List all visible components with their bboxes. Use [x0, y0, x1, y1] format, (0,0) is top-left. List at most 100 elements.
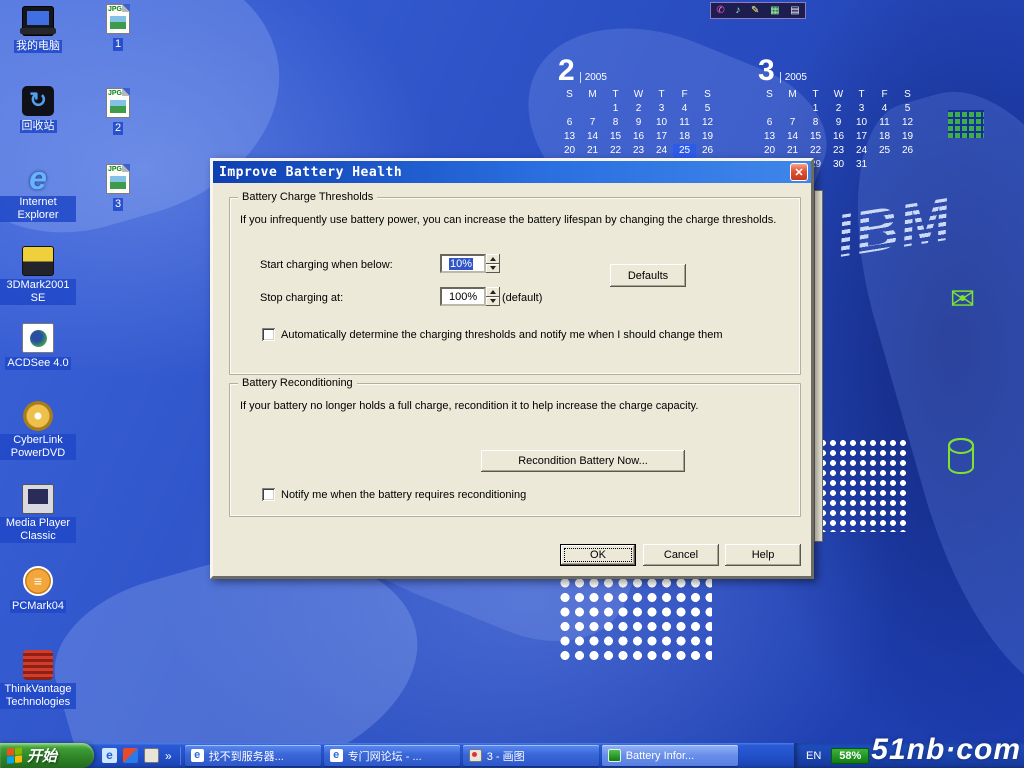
calendar-day-header: T [604, 88, 627, 102]
calendar-month-number: 3 [758, 56, 775, 86]
help-button[interactable]: Help [725, 544, 801, 566]
media-player-classic-icon [22, 484, 54, 514]
start-charging-label: Start charging when below: [260, 259, 393, 271]
spinner-down-button[interactable] [486, 264, 500, 274]
desktop-icon-jpg-2[interactable]: JPG 2 [80, 88, 156, 136]
stop-threshold-spinner[interactable]: 100% [440, 287, 500, 306]
desktop-icon-my-computer[interactable]: 我的电脑 [0, 6, 76, 54]
phone-icon[interactable] [716, 3, 724, 18]
spinner-up-button[interactable] [486, 254, 500, 264]
grid-icon[interactable] [770, 3, 779, 18]
calendar-march: 3 2005 SMTWTFS 1234567891011121314151617… [758, 54, 919, 172]
desktop-icon-powerdvd[interactable]: CyberLink PowerDVD [0, 401, 76, 461]
desktop-icon-media-player-classic[interactable]: Media Player Classic [0, 484, 76, 544]
calendar-february: 2 2005 SMTWTFS 1234567891011121314151617… [558, 54, 719, 158]
auto-determine-checkbox[interactable] [262, 328, 275, 341]
calendar-day: 3 [850, 102, 873, 116]
battery-indicator[interactable]: 58% [831, 748, 869, 764]
calendar-day: 23 [827, 144, 850, 158]
defaults-button[interactable]: Defaults [610, 264, 686, 287]
sheet-icon[interactable] [790, 3, 799, 18]
desktop-icon-jpg-1[interactable]: JPG 1 [80, 4, 156, 52]
group-title: Battery Reconditioning [238, 377, 357, 389]
ie-quick-launch-icon[interactable] [102, 748, 117, 763]
desktop-icon-thinkvantage[interactable]: ThinkVantage Technologies [0, 650, 76, 710]
desktop-icon-3dmark2001[interactable]: 3DMark2001 SE [0, 246, 76, 306]
start-threshold-spinner[interactable]: 10% [440, 254, 500, 273]
keypad-grid-icon [948, 110, 984, 138]
auto-determine-checkbox-row[interactable]: Automatically determine the charging thr… [262, 328, 722, 341]
dialog-titlebar[interactable]: Improve Battery Health ✕ [213, 161, 811, 183]
desktop-icon-jpg-3[interactable]: JPG 3 [80, 164, 156, 212]
close-button[interactable]: ✕ [790, 163, 808, 181]
task-button-server-not-found[interactable]: 找不到服务器... [185, 745, 321, 766]
flag-pane [7, 748, 14, 756]
icon-label: PCMark04 [10, 600, 66, 613]
calendar-day: 17 [850, 130, 873, 144]
desktop-icon-pcmark04[interactable]: PCMark04 [0, 566, 76, 614]
task-title: Battery Infor... [626, 750, 694, 762]
up-arrow-icon [490, 290, 496, 294]
task-button-forum[interactable]: 专门网论坛 - ... [324, 745, 460, 766]
recondition-battery-button[interactable]: Recondition Battery Now... [481, 450, 685, 472]
notify-reconditioning-checkbox-row[interactable]: Notify me when the battery requires reco… [262, 488, 526, 501]
spinner-up-button[interactable] [486, 287, 500, 297]
desktop-icon-acdsee[interactable]: ACDSee 4.0 [0, 323, 76, 371]
calendar-day [896, 158, 919, 172]
acdsee-icon [22, 323, 54, 353]
calendar-day: 17 [650, 130, 673, 144]
internet-explorer-icon [22, 163, 54, 193]
stop-threshold-field[interactable]: 100% [440, 287, 486, 306]
calendar-year: 2005 [580, 72, 607, 83]
spinner-down-button[interactable] [486, 297, 500, 307]
calendar-day-header: S [558, 88, 581, 102]
desktop-icon-recycle-bin[interactable]: 回收站 [0, 86, 76, 134]
flag-pane [15, 747, 22, 755]
calendar-day: 22 [804, 144, 827, 158]
ie-icon [330, 749, 343, 762]
notify-reconditioning-checkbox[interactable] [262, 488, 275, 501]
flag-pane [7, 756, 14, 764]
calendar-day: 4 [873, 102, 896, 116]
desktop-icon-internet-explorer[interactable]: Internet Explorer [0, 163, 76, 223]
powerdvd-icon [23, 401, 53, 431]
group-title: Battery Charge Thresholds [238, 191, 377, 203]
pen-icon[interactable] [751, 3, 759, 18]
media-quick-launch-icon[interactable] [123, 748, 138, 763]
task-buttons: 找不到服务器... 专门网论坛 - ... 3 - 画图 Battery Inf… [181, 745, 794, 766]
calendar-day: 20 [758, 144, 781, 158]
spinner-buttons [486, 254, 500, 273]
language-indicator[interactable]: EN [806, 750, 821, 762]
cylinder-icon [948, 438, 974, 474]
calendar-day: 11 [673, 116, 696, 130]
calendar-day: 10 [850, 116, 873, 130]
calendar-day-header: S [758, 88, 781, 102]
icon-label: 回收站 [20, 120, 57, 133]
jpg-file-icon: JPG [106, 164, 130, 194]
calendar-day: 4 [673, 102, 696, 116]
task-title: 专门网论坛 - ... [348, 748, 422, 764]
thinkvantage-icon [23, 650, 53, 680]
task-button-paint[interactable]: 3 - 画图 [463, 745, 599, 766]
calendar-day: 24 [650, 144, 673, 158]
cancel-button[interactable]: Cancel [643, 544, 719, 566]
calendar-days: 1234567891011121314151617181920212223242… [558, 102, 719, 158]
calendar-day: 19 [696, 130, 719, 144]
stop-threshold-value: 100% [449, 291, 477, 303]
show-desktop-icon[interactable] [144, 748, 159, 763]
calendar-day [758, 102, 781, 116]
calendar-day: 9 [627, 116, 650, 130]
calendar-day: 15 [604, 130, 627, 144]
ok-button[interactable]: OK [560, 544, 636, 566]
background-window-edge[interactable] [814, 190, 823, 542]
speaker-icon[interactable] [735, 3, 740, 18]
task-button-battery-information[interactable]: Battery Infor... [602, 745, 738, 766]
mini-toolbar [710, 2, 806, 19]
jpg-badge: JPG [108, 90, 122, 97]
start-threshold-field[interactable]: 10% [440, 254, 486, 273]
start-button[interactable]: 开始 [0, 743, 94, 768]
jpg-thumbnail [110, 100, 126, 113]
quick-launch-overflow-chevron[interactable] [165, 747, 172, 765]
calendar-day: 8 [604, 116, 627, 130]
up-arrow-icon [490, 257, 496, 261]
